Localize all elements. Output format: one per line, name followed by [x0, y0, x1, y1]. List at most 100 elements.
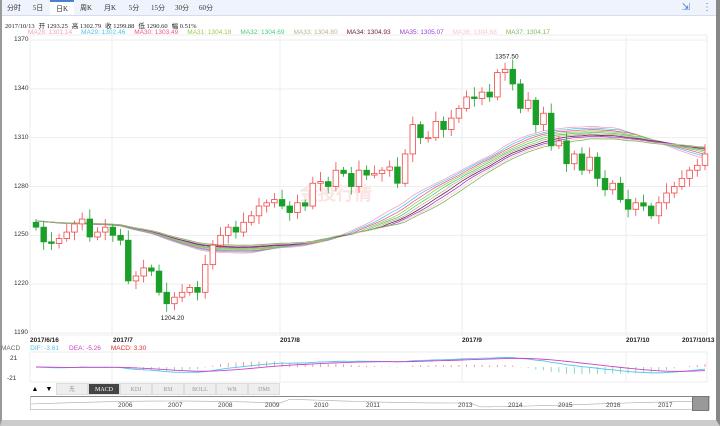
candle-body [540, 112, 547, 126]
macd-value: MACD: 3.30 [110, 345, 147, 352]
candle-body [571, 153, 578, 165]
x-label: 2017/10/13 [682, 337, 715, 344]
candle-body [86, 218, 94, 238]
navigator-year: 2013 [458, 402, 473, 409]
y-label: 1340 [14, 84, 29, 92]
candle-body [394, 166, 401, 184]
candle-body [578, 153, 586, 171]
y-label: 1310 [14, 133, 29, 141]
candle-body [140, 267, 147, 277]
y-label: 1190 [14, 329, 28, 336]
candle-body [201, 264, 209, 293]
candle-body [378, 169, 386, 174]
navigator-year: 2008 [218, 402, 233, 409]
candle-body [63, 231, 70, 239]
candle-body [248, 215, 255, 223]
navigator-year: 2016 [606, 402, 621, 409]
candle-body [286, 205, 293, 213]
candle-body [55, 238, 63, 244]
candle-body [555, 140, 563, 147]
candle-body [663, 192, 670, 204]
candle-body [501, 68, 509, 73]
candle-body [186, 287, 193, 293]
candle-body [163, 291, 170, 305]
candle-body [48, 241, 55, 244]
candle-body [40, 226, 47, 243]
macd-legend: MACD DIF: -3.61 DEA: -5.26 MACD: 3.30 [1, 345, 156, 352]
candle-body [448, 117, 455, 130]
indicator-macd[interactable]: MACD [88, 383, 120, 395]
candle-body [309, 182, 317, 207]
candle-body [94, 231, 101, 238]
candle-body [278, 199, 286, 207]
x-label: 2017/7 [113, 337, 133, 344]
candle-body [532, 99, 540, 126]
navigator-year: 2006 [118, 402, 133, 409]
candle-body [209, 244, 217, 266]
indicator-无[interactable]: 无 [56, 383, 88, 395]
x-label: 2017/9 [462, 337, 482, 344]
candle-body [509, 68, 516, 85]
candle-body [217, 234, 224, 246]
navigator-year: 2011 [366, 402, 380, 409]
candle-body [432, 120, 440, 139]
y-label: 1220 [14, 280, 29, 288]
candle-body [109, 226, 117, 236]
candle-body [178, 291, 186, 298]
candle-body [609, 182, 616, 191]
candle-body [455, 107, 463, 119]
candle-body [294, 202, 301, 213]
candle-body [132, 275, 140, 282]
candle-body [440, 120, 447, 130]
macd-dea: DEA: -5.26 [69, 345, 101, 352]
indicator-boll[interactable]: BOLL [184, 383, 216, 395]
navigator-year: 2009 [265, 402, 280, 409]
macd-upper-label: 21 [10, 355, 18, 362]
macd-border [29, 351, 708, 383]
candle-body [524, 99, 532, 109]
candlestick-chart[interactable]: 1357.50 1204.20 [0, 0, 720, 426]
scroll-up-button[interactable]: ▲ [28, 383, 42, 395]
scroll-down-button[interactable]: ▼ [42, 383, 56, 395]
candle-body [371, 173, 378, 176]
candle-body [301, 202, 309, 207]
macd-lower-label: -21 [7, 375, 17, 382]
navigator-year: 2014 [508, 402, 523, 409]
candle-body [32, 221, 40, 228]
candle-body [494, 72, 501, 98]
candle-body [694, 164, 701, 171]
indicator-dmi[interactable]: DMI [248, 383, 280, 395]
candle-body [71, 223, 78, 233]
candle-body [355, 169, 363, 187]
candle-body [594, 156, 601, 179]
candle-body [486, 91, 493, 98]
indicator-kdj[interactable]: KDJ [120, 383, 152, 395]
indicator-bar: ▲ ▼ 无 MACD KDJ RSI BOLL WR DMI [28, 383, 280, 395]
low-label: 1204.20 [161, 315, 185, 322]
candle-body [463, 96, 470, 109]
candle-body [517, 83, 524, 109]
candle-body [548, 112, 555, 147]
candle-body [409, 124, 416, 155]
navigator-year: 2017 [658, 402, 673, 409]
candle-body [624, 199, 632, 210]
indicator-wr[interactable]: WR [216, 383, 248, 395]
navigator-year: 2015 [558, 402, 573, 409]
navigator-year: 2007 [168, 402, 183, 409]
navigator-handle[interactable] [692, 396, 709, 411]
candle-body [632, 202, 639, 210]
candle-body [240, 221, 247, 233]
candle-body [671, 186, 678, 194]
y-label: 1370 [14, 36, 29, 43]
candle-body [701, 153, 709, 166]
candle-body [271, 199, 278, 204]
candle-body [263, 202, 270, 207]
indicator-rsi[interactable]: RSI [152, 383, 184, 395]
macd-name: MACD [1, 345, 21, 352]
macd-dif: DIF: -3.61 [30, 345, 60, 352]
candle-body [232, 226, 240, 233]
navigator-year: 2010 [314, 402, 329, 409]
candle-body [348, 173, 355, 187]
candle-body [117, 234, 124, 241]
candle-body [678, 177, 686, 187]
